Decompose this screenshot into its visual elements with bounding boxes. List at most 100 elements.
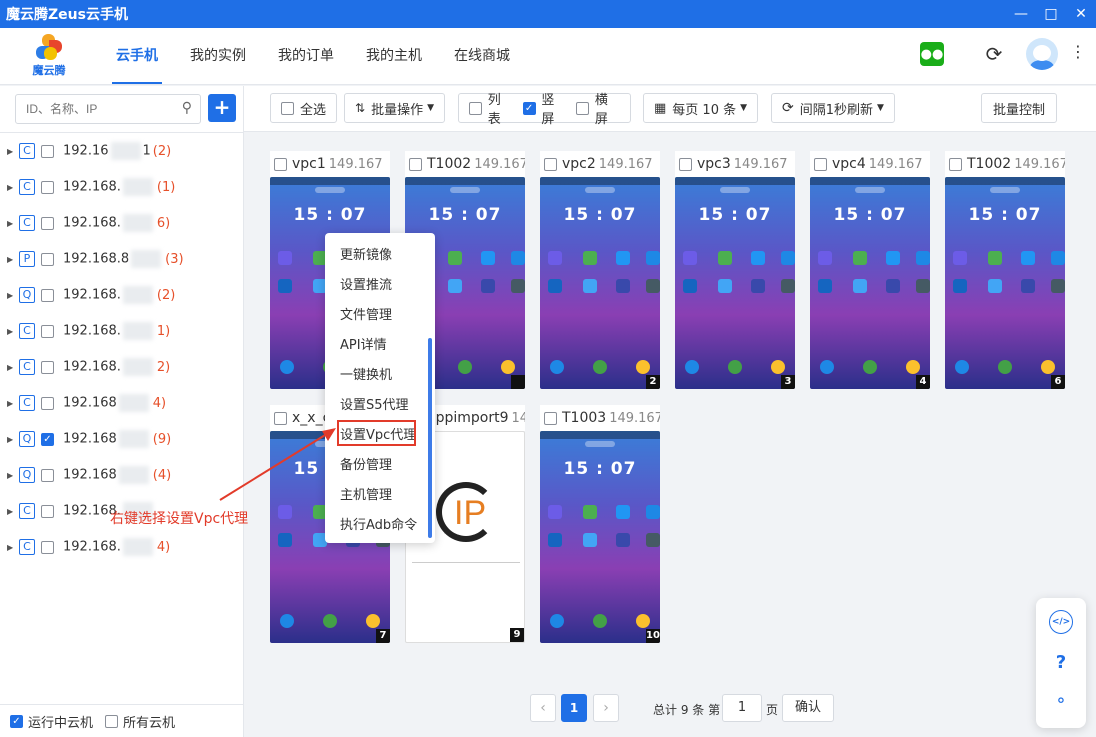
host-checkbox[interactable] [41, 288, 54, 302]
host-row[interactable]: ▶ P 192.168.8 (3) [0, 246, 244, 272]
host-checkbox[interactable] [41, 396, 54, 410]
context-menu-item[interactable]: 备份管理 [340, 454, 392, 473]
caret-right-icon[interactable]: ▶ [7, 255, 19, 264]
context-menu-item[interactable]: 一键换机 [340, 364, 392, 383]
all-checkbox[interactable] [105, 714, 119, 728]
card-checkbox[interactable] [409, 157, 422, 171]
prev-page-button[interactable]: ‹ [530, 694, 556, 722]
card-checkbox[interactable] [679, 157, 692, 171]
phone-screen[interactable]: 15 : 07 2 [540, 177, 660, 389]
landscape-checkbox[interactable] [576, 101, 590, 115]
host-row[interactable]: ▶ Q ✓ 192.168 (9) [0, 426, 244, 452]
tab-cloud-phone[interactable]: 云手机 [100, 28, 174, 84]
tab-my-orders[interactable]: 我的订单 [262, 28, 350, 84]
phone-screen[interactable]: 15 : 07 10 [540, 431, 660, 643]
host-checkbox[interactable] [41, 360, 54, 374]
page-input[interactable]: 1 [722, 694, 762, 722]
context-menu-item[interactable]: 主机管理 [340, 484, 392, 503]
per-page-select[interactable]: ▦ 每页 10 条 ▼ [643, 93, 759, 123]
context-menu-item[interactable]: 设置推流 [340, 274, 392, 293]
refresh-icon[interactable]: ⟳ [982, 40, 1006, 68]
caret-right-icon[interactable]: ▶ [7, 471, 19, 480]
maximize-button[interactable]: □ [1036, 0, 1066, 28]
next-page-button[interactable]: › [593, 694, 619, 722]
tab-online-store[interactable]: 在线商城 [438, 28, 526, 84]
card-checkbox[interactable] [814, 157, 827, 171]
search-icon[interactable]: ⚲ [182, 100, 192, 116]
close-button[interactable]: ✕ [1066, 0, 1096, 28]
phone-card[interactable]: vpc2 149.167 15 : 07 2 [540, 151, 660, 389]
context-menu-item[interactable]: 设置S5代理 [340, 394, 409, 413]
batch-control-button[interactable]: 批量控制 [981, 93, 1058, 123]
headset-icon[interactable]: ⚬ [1049, 688, 1073, 712]
caret-right-icon[interactable]: ▶ [7, 327, 19, 336]
list-checkbox[interactable] [469, 101, 482, 115]
page-1-button[interactable]: 1 [561, 694, 587, 722]
phone-card[interactable]: T1003 149.167 15 : 07 10 [540, 405, 660, 643]
host-row[interactable]: ▶ C 192.168. 4) [0, 534, 244, 560]
minimize-button[interactable]: — [1006, 0, 1036, 28]
portrait-checkbox[interactable]: ✓ [522, 101, 536, 115]
context-menu-item[interactable]: 更新镜像 [340, 244, 392, 263]
host-row[interactable]: ▶ C 192.168. 1) [0, 318, 244, 344]
host-row[interactable]: ▶ C 192.168. 2) [0, 354, 244, 380]
host-row[interactable]: ▶ C 192.168 4) [0, 390, 244, 416]
menu-scrollbar[interactable] [428, 338, 432, 538]
wechat-icon[interactable]: ●● [920, 42, 944, 66]
caret-right-icon[interactable]: ▶ [7, 435, 19, 444]
phone-card[interactable]: vpc4 149.167 15 : 07 4 [810, 151, 930, 389]
host-row[interactable]: ▶ Q 192.168. (2) [0, 282, 244, 308]
context-menu-item[interactable]: 执行Adb命令 [340, 514, 417, 533]
batch-ops-button[interactable]: ⇅ 批量操作 ▼ [344, 93, 445, 123]
context-menu-item[interactable]: API详情 [340, 334, 387, 353]
host-checkbox[interactable] [41, 504, 54, 518]
card-checkbox[interactable] [274, 411, 287, 425]
host-checkbox[interactable] [41, 216, 54, 230]
caret-right-icon[interactable]: ▶ [7, 543, 19, 552]
all-filter[interactable]: 所有云机 [105, 712, 175, 731]
tab-my-hosts[interactable]: 我的主机 [350, 28, 438, 84]
caret-right-icon[interactable]: ▶ [7, 219, 19, 228]
select-all-checkbox[interactable] [281, 101, 294, 115]
card-checkbox[interactable] [949, 157, 962, 171]
host-checkbox[interactable] [41, 180, 54, 194]
host-row[interactable]: ▶ C 192.168. 6) [0, 210, 244, 236]
phone-card[interactable]: vpc3 149.167 15 : 07 3 [675, 151, 795, 389]
host-row[interactable]: ▶ Q 192.168 (4) [0, 462, 244, 488]
caret-right-icon[interactable]: ▶ [7, 507, 19, 516]
host-checkbox[interactable] [41, 252, 54, 266]
kebab-icon[interactable]: ⋮ [1070, 42, 1086, 61]
host-row[interactable]: ▶ C 192.168. (1) [0, 174, 244, 200]
plus-icon[interactable]: + [208, 94, 236, 122]
context-menu-item[interactable]: 文件管理 [340, 304, 392, 323]
phone-screen[interactable]: 15 : 07 6 [945, 177, 1065, 389]
phone-screen[interactable]: 15 : 07 4 [810, 177, 930, 389]
card-checkbox[interactable] [274, 157, 287, 171]
running-filter[interactable]: ✓ 运行中云机 [10, 712, 93, 731]
phone-screen[interactable]: 15 : 07 3 [675, 177, 795, 389]
running-checkbox[interactable]: ✓ [10, 714, 23, 728]
caret-right-icon[interactable]: ▶ [7, 183, 19, 192]
host-row[interactable]: ▶ C 192.16 1 (2) [0, 138, 244, 164]
tab-my-instances[interactable]: 我的实例 [174, 28, 262, 84]
host-checkbox[interactable]: ✓ [41, 432, 54, 446]
search-input[interactable] [16, 95, 166, 123]
select-all-button[interactable]: 全选 [270, 93, 338, 123]
caret-right-icon[interactable]: ▶ [7, 147, 19, 156]
host-type-tag: C [19, 143, 35, 159]
refresh-interval-select[interactable]: ⟳ 间隔1秒刷新 ▼ [771, 93, 895, 123]
host-checkbox[interactable] [41, 144, 54, 158]
card-checkbox[interactable] [544, 157, 557, 171]
code-icon[interactable]: </> [1049, 610, 1073, 634]
host-checkbox[interactable] [41, 540, 54, 554]
card-checkbox[interactable] [544, 411, 557, 425]
caret-right-icon[interactable]: ▶ [7, 399, 19, 408]
phone-card[interactable]: T1002 149.167 15 : 07 6 [945, 151, 1065, 389]
avatar[interactable] [1026, 38, 1058, 70]
host-checkbox[interactable] [41, 324, 54, 338]
confirm-button[interactable]: 确认 [782, 694, 834, 722]
help-icon[interactable]: ? [1049, 650, 1073, 674]
host-checkbox[interactable] [41, 468, 54, 482]
caret-right-icon[interactable]: ▶ [7, 291, 19, 300]
caret-right-icon[interactable]: ▶ [7, 363, 19, 372]
